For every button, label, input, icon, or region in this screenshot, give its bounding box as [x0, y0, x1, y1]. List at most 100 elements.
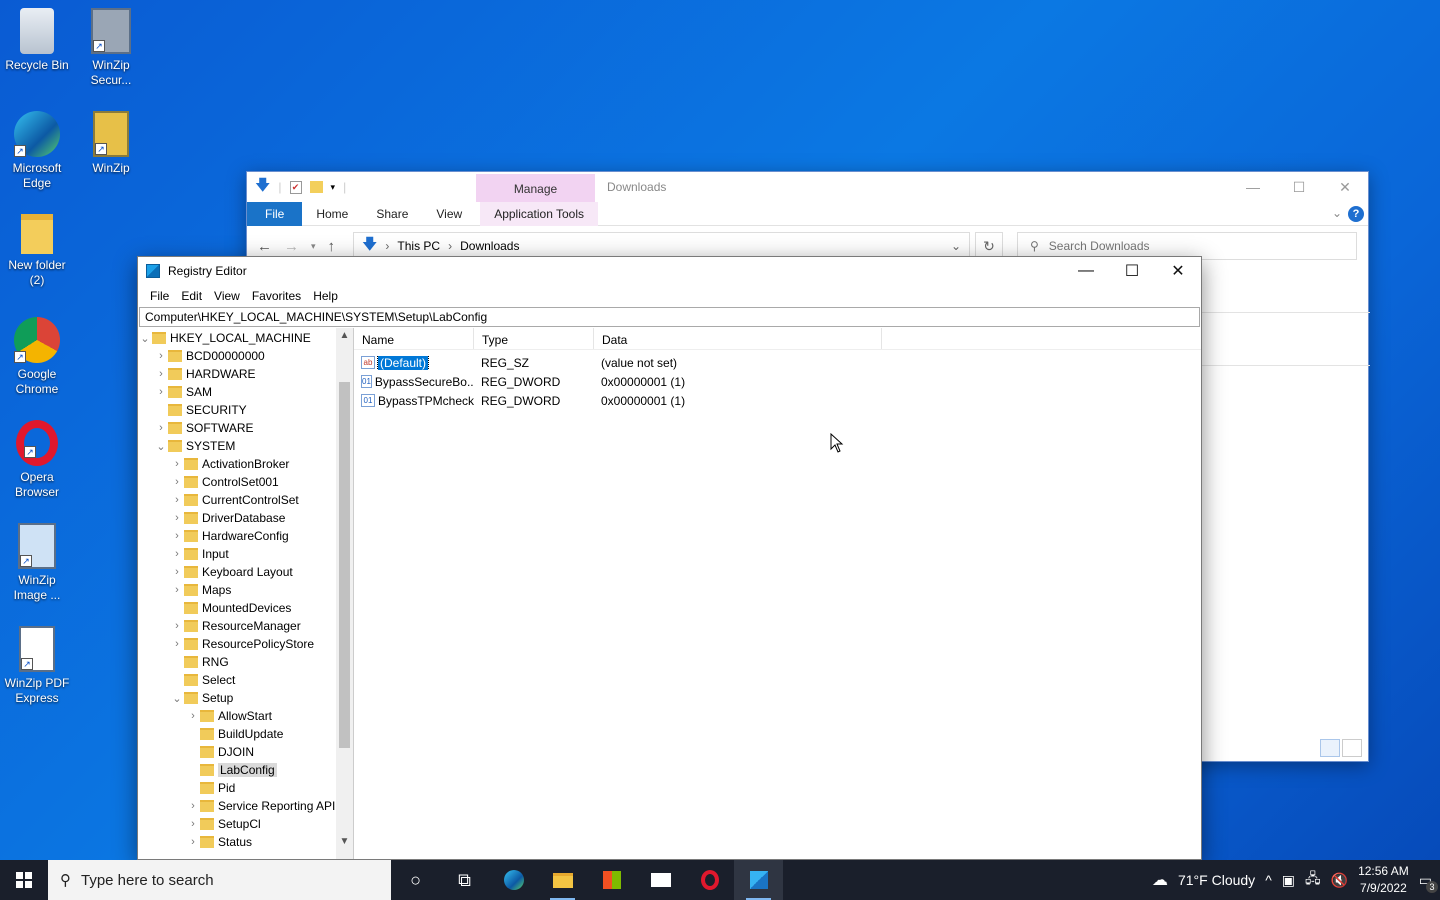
tree-item-select[interactable]: Select	[138, 671, 353, 689]
desktop-icon-chrome[interactable]: ↗ Google Chrome	[0, 317, 74, 397]
menu-view[interactable]: View	[208, 289, 246, 303]
weather-widget[interactable]: 71°F Cloudy	[1178, 872, 1255, 888]
desktop-icon-edge[interactable]: ↗ Microsoft Edge	[0, 111, 74, 191]
tree-item-maps[interactable]: › Maps	[138, 581, 353, 599]
value-row[interactable]: 01 BypassTPMcheck REG_DWORD 0x00000001 (1)	[354, 391, 1201, 410]
tree-item-currentcontrolset[interactable]: › CurrentControlSet	[138, 491, 353, 509]
expand-open-icon[interactable]: ⌄	[154, 440, 168, 453]
notification-center-icon[interactable]: ▭ 3	[1419, 872, 1438, 893]
tree-item-hardware[interactable]: › HARDWARE	[138, 365, 353, 383]
expand-closed-icon[interactable]: ›	[170, 530, 184, 542]
expand-closed-icon[interactable]: ›	[170, 620, 184, 632]
qat-dropdown-icon[interactable]: ▾	[331, 182, 336, 193]
value-row[interactable]: 01 BypassSecureBo... REG_DWORD 0x00000001 (…	[354, 372, 1201, 391]
column-header-type[interactable]: Type	[474, 328, 594, 349]
tab-home[interactable]: Home	[302, 202, 362, 226]
checkmark-icon[interactable]: ✔	[289, 180, 302, 194]
menu-help[interactable]: Help	[307, 289, 344, 303]
minimize-button[interactable]: —	[1063, 257, 1109, 285]
new-folder-icon[interactable]	[309, 181, 323, 193]
tab-view[interactable]: View	[422, 202, 476, 226]
address-dropdown-icon[interactable]: ⌄	[951, 239, 961, 253]
tree-item-djoin[interactable]: DJOIN	[138, 743, 353, 761]
taskbar-mail-icon[interactable]	[636, 860, 685, 900]
breadcrumb-this-pc[interactable]: This PC	[397, 239, 440, 253]
start-button[interactable]	[0, 860, 48, 900]
expand-open-icon[interactable]: ⌄	[170, 692, 184, 705]
tree-item-sam[interactable]: › SAM	[138, 383, 353, 401]
scroll-down-icon[interactable]: ▼	[336, 836, 353, 847]
help-icon[interactable]: ?	[1348, 206, 1364, 222]
desktop-icon-opera[interactable]: ↗ Opera Browser	[0, 420, 74, 500]
value-row[interactable]: ab (Default) REG_SZ (value not set)	[354, 353, 1201, 372]
task-view-icon[interactable]: ⧉	[440, 860, 489, 900]
expand-closed-icon[interactable]: ›	[154, 386, 168, 398]
tree-item-pid[interactable]: Pid	[138, 779, 353, 797]
tree-item-resourcemanager[interactable]: › ResourceManager	[138, 617, 353, 635]
scrollbar-thumb[interactable]	[339, 382, 350, 748]
close-button[interactable]: ✕	[1322, 172, 1368, 202]
up-arrow-icon[interactable]: ↑	[328, 238, 336, 255]
tree-item-bcd00000000[interactable]: › BCD00000000	[138, 347, 353, 365]
tree-item-mounteddevices[interactable]: MountedDevices	[138, 599, 353, 617]
taskbar-store-icon[interactable]	[587, 860, 636, 900]
forward-arrow-icon[interactable]: →	[284, 238, 299, 255]
tree-item-hardwareconfig[interactable]: › HardwareConfig	[138, 527, 353, 545]
expand-closed-icon[interactable]: ›	[170, 476, 184, 488]
tree-item-software[interactable]: › SOFTWARE	[138, 419, 353, 437]
taskbar-search-box[interactable]: ⚲ Type here to search	[48, 860, 391, 900]
tree-vertical-scrollbar[interactable]: ▲ ▼	[336, 328, 353, 859]
expand-closed-icon[interactable]: ›	[170, 494, 184, 506]
weather-cloud-icon[interactable]: ☁	[1152, 870, 1168, 890]
menu-favorites[interactable]: Favorites	[246, 289, 307, 303]
show-hidden-icons-icon[interactable]: ^	[1265, 872, 1272, 888]
expand-closed-icon[interactable]: ›	[170, 548, 184, 560]
expand-closed-icon[interactable]: ›	[170, 638, 184, 650]
tree-item-system[interactable]: ⌄ SYSTEM	[138, 437, 353, 455]
volume-muted-icon[interactable]: 🔇	[1331, 872, 1348, 889]
expand-closed-icon[interactable]: ›	[186, 800, 200, 812]
desktop-icon-folder[interactable]: New folder (2)	[0, 214, 74, 288]
expand-closed-icon[interactable]: ›	[170, 458, 184, 470]
large-icons-view-icon[interactable]	[1342, 739, 1362, 757]
desktop-icon-winzip-pdf[interactable]: ↗ WinZip PDF Express	[0, 626, 74, 706]
tree-item-input[interactable]: › Input	[138, 545, 353, 563]
expand-closed-icon[interactable]: ›	[154, 368, 168, 380]
column-header-name[interactable]: Name	[354, 328, 474, 349]
maximize-button[interactable]: ☐	[1109, 257, 1155, 285]
taskbar-clock[interactable]: 12:56 AM 7/9/2022	[1358, 863, 1409, 897]
tab-file[interactable]: File	[247, 201, 303, 226]
minimize-button[interactable]: —	[1230, 172, 1276, 202]
menu-file[interactable]: File	[144, 289, 175, 303]
expand-closed-icon[interactable]: ›	[154, 422, 168, 434]
registry-key-tree[interactable]: ⌄ HKEY_LOCAL_MACHINE › BCD00000000 › HARDWARE…	[138, 328, 354, 859]
tree-item-hkey-local-machine[interactable]: ⌄ HKEY_LOCAL_MACHINE	[138, 329, 353, 347]
tab-share[interactable]: Share	[362, 202, 422, 226]
ribbon-expand-icon[interactable]: ⌄	[1332, 206, 1342, 220]
tree-item-activationbroker[interactable]: › ActivationBroker	[138, 455, 353, 473]
tree-item-security[interactable]: SECURITY	[138, 401, 353, 419]
recent-locations-icon[interactable]: ▾	[311, 241, 316, 252]
tree-item-allowstart[interactable]: › AllowStart	[138, 707, 353, 725]
properties-icon[interactable]: 🡇	[255, 175, 270, 200]
maximize-button[interactable]: ☐	[1276, 172, 1322, 202]
desktop-icon-winzip[interactable]: ↗ WinZip	[74, 111, 148, 176]
tree-item-driverdatabase[interactable]: › DriverDatabase	[138, 509, 353, 527]
tree-item-status[interactable]: › Status	[138, 833, 353, 851]
expand-closed-icon[interactable]: ›	[170, 584, 184, 596]
scroll-up-icon[interactable]: ▲	[336, 330, 353, 341]
taskbar-edge-icon[interactable]	[489, 860, 538, 900]
registry-editor-window[interactable]: Registry Editor — ☐ ✕ File Edit View Fav…	[137, 256, 1202, 860]
registry-values-list[interactable]: Name Type Data ab (Default) REG_SZ (value n…	[354, 328, 1201, 859]
details-view-icon[interactable]	[1320, 739, 1340, 757]
tree-item-labconfig[interactable]: LabConfig	[138, 761, 353, 779]
tree-item-resourcepolicystore[interactable]: › ResourcePolicyStore	[138, 635, 353, 653]
back-arrow-icon[interactable]: ←	[257, 238, 272, 255]
tree-item-keyboard-layout[interactable]: › Keyboard Layout	[138, 563, 353, 581]
tree-item-setupcl[interactable]: › SetupCl	[138, 815, 353, 833]
tab-application-tools[interactable]: Application Tools	[480, 201, 599, 226]
taskbar-regedit-icon[interactable]	[734, 860, 783, 900]
tree-item-controlset001[interactable]: › ControlSet001	[138, 473, 353, 491]
desktop-icon-winzip-image[interactable]: ↗ WinZip Image ...	[0, 523, 74, 603]
tree-item-rng[interactable]: RNG	[138, 653, 353, 671]
